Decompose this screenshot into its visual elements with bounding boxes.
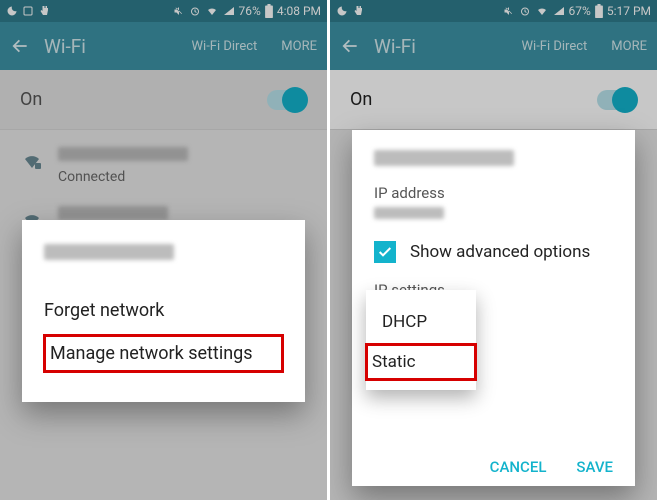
- network-ssid-redacted: [44, 244, 174, 260]
- network-options-dialog: Forget network Manage network settings: [22, 220, 305, 402]
- show-advanced-checkbox[interactable]: [374, 241, 396, 263]
- dialog-network-name: [374, 150, 613, 170]
- ip-settings-dropdown: DHCP Static: [366, 290, 476, 390]
- ip-address-label: IP address: [374, 184, 613, 202]
- screenshot-right: 67% 5:17 PM Wi-Fi Wi-Fi Direct MORE On I…: [330, 0, 657, 500]
- screenshot-left: 76% 4:08 PM Wi-Fi Wi-Fi Direct MORE On C…: [0, 0, 327, 500]
- show-advanced-label: Show advanced options: [410, 242, 590, 262]
- dialog-network-name: [44, 244, 283, 264]
- dropdown-option-static[interactable]: Static: [366, 344, 476, 380]
- ip-address-value-redacted: [374, 207, 444, 219]
- save-button[interactable]: SAVE: [576, 458, 613, 476]
- network-ssid-redacted: [374, 150, 514, 166]
- manage-network-settings-option[interactable]: Manage network settings: [44, 335, 283, 372]
- cancel-button[interactable]: CANCEL: [490, 458, 547, 476]
- forget-network-option[interactable]: Forget network: [44, 286, 283, 335]
- show-advanced-row[interactable]: Show advanced options: [374, 241, 613, 263]
- dropdown-option-dhcp[interactable]: DHCP: [366, 300, 476, 344]
